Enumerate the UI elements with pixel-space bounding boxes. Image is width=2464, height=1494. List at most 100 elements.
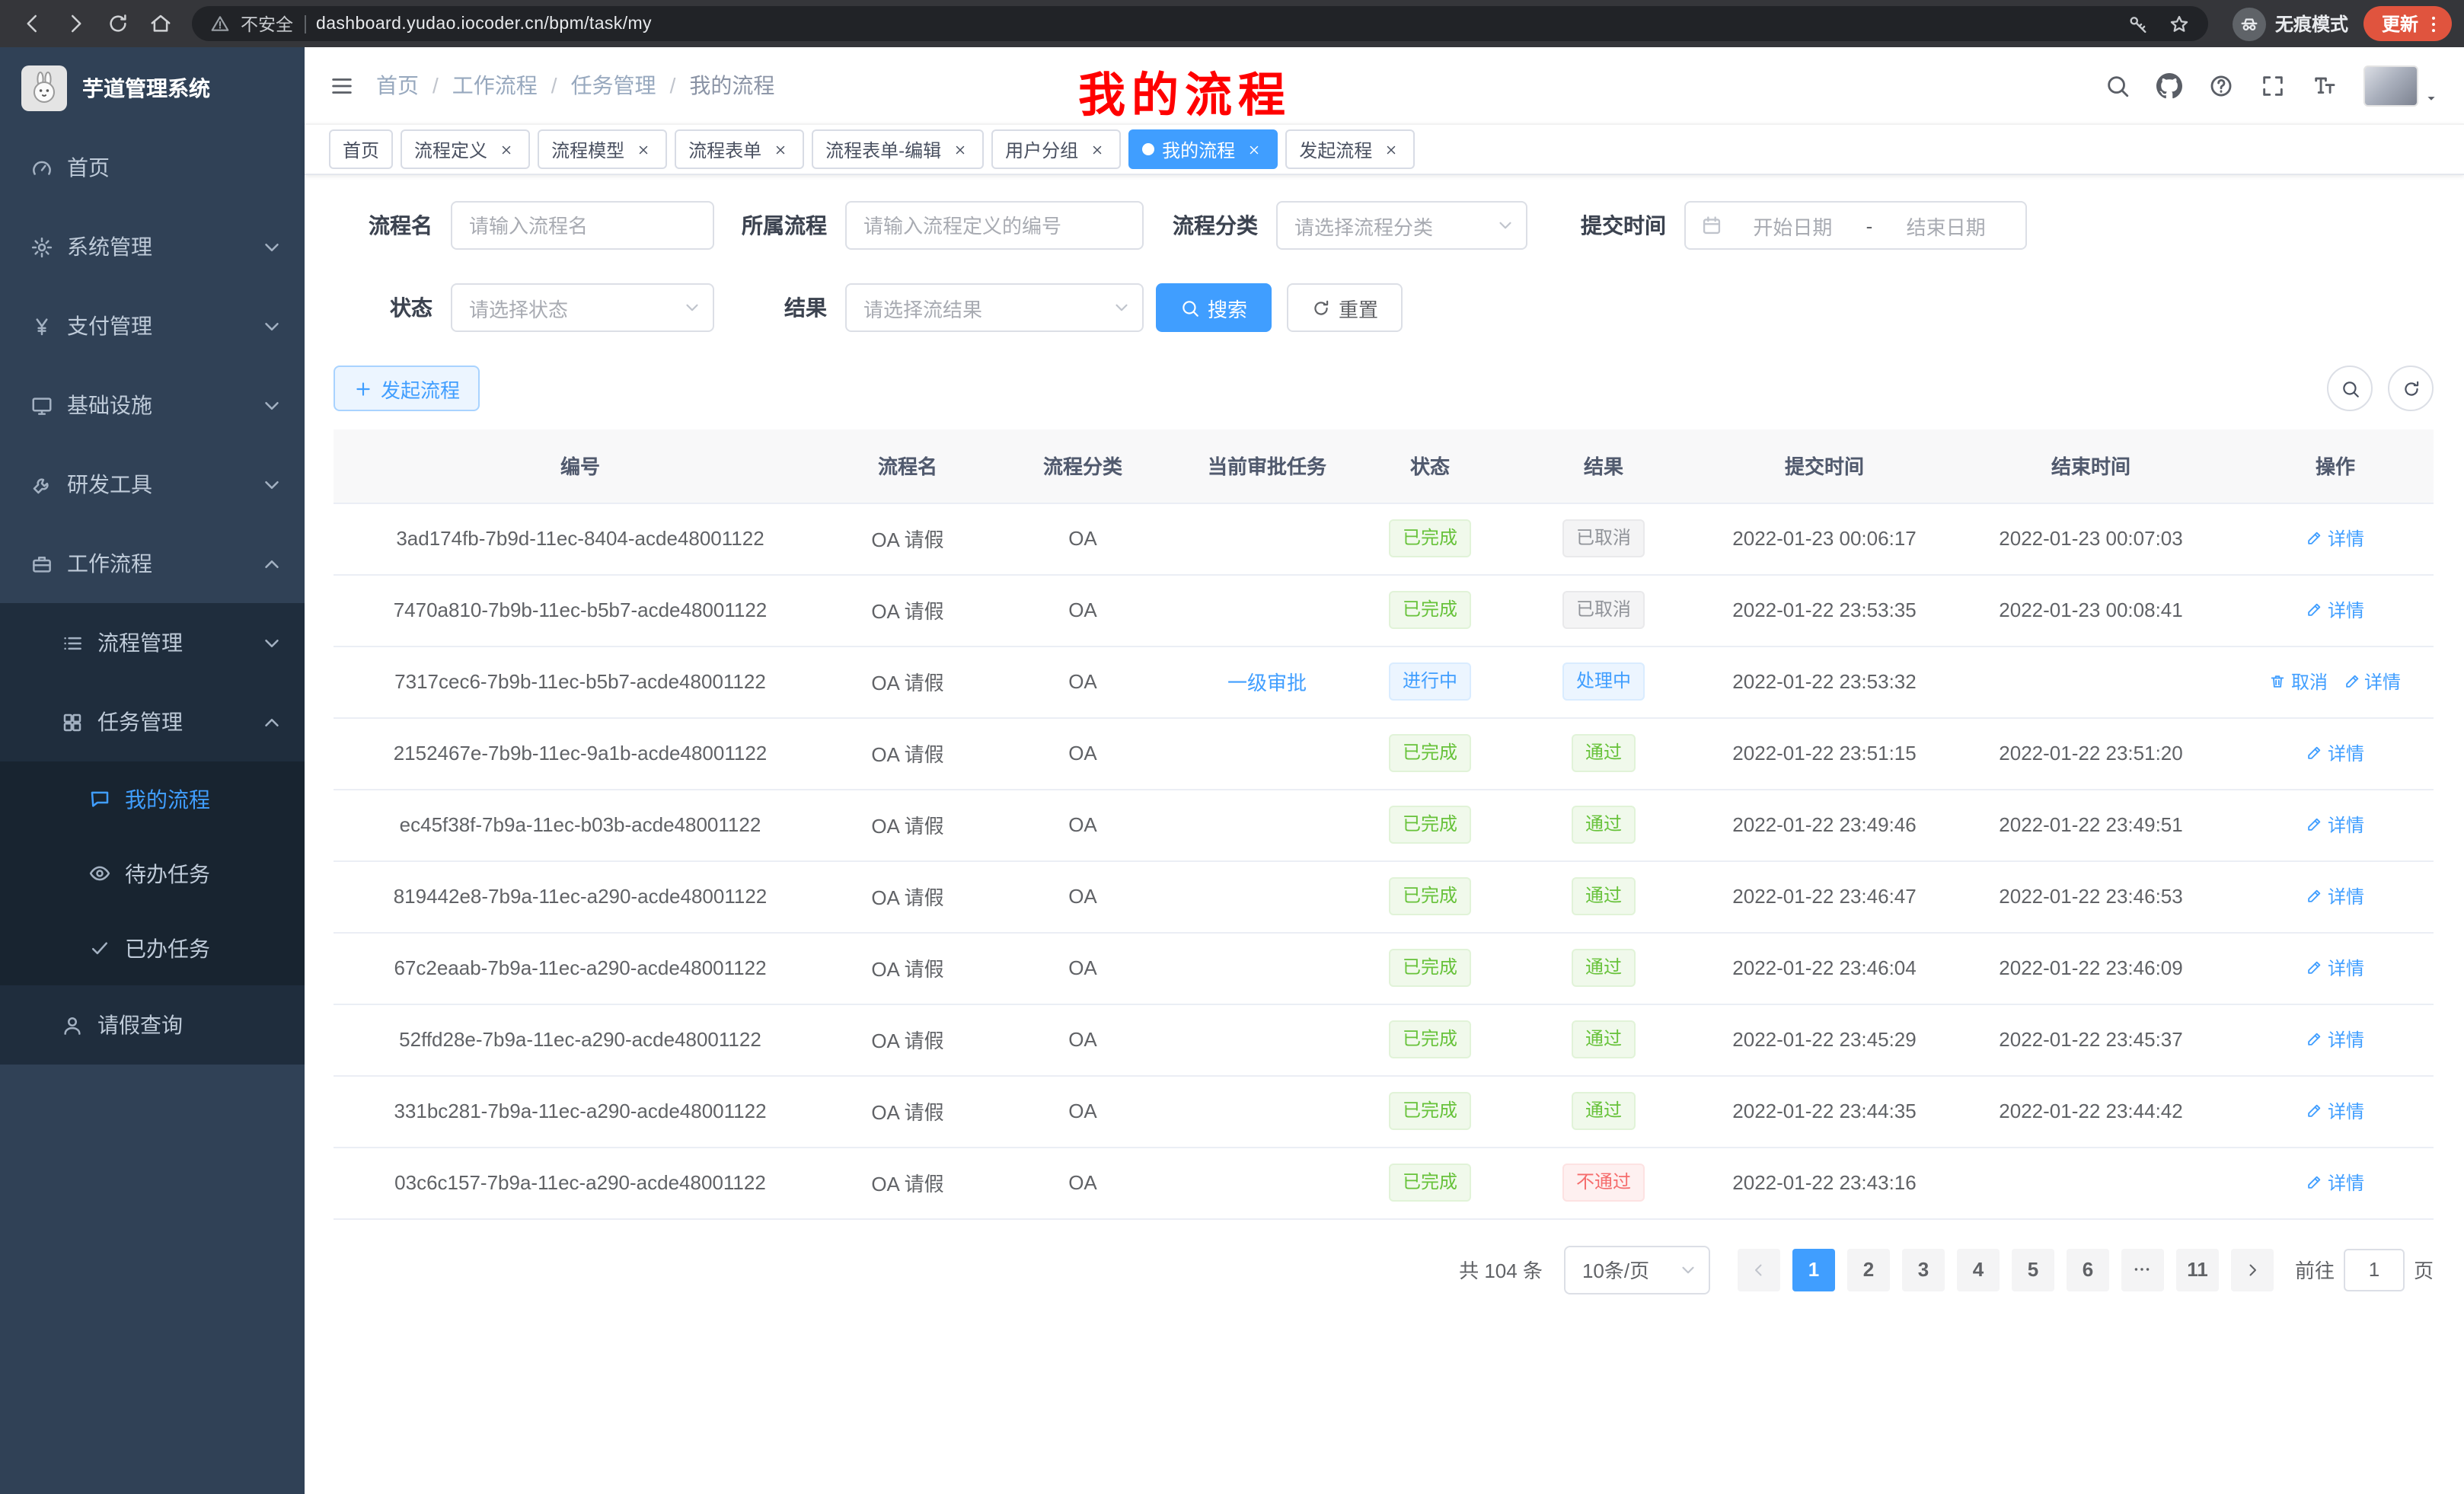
status-select[interactable]: 请选择状态	[451, 283, 714, 332]
detail-link[interactable]: 详情	[2306, 597, 2364, 623]
column-header: 状态	[1357, 429, 1503, 503]
category-select[interactable]: 请选择流程分类	[1276, 201, 1527, 250]
tab-close-icon[interactable]	[1380, 139, 1401, 160]
sidebar-item-task-mgmt[interactable]: 任务管理	[0, 682, 305, 761]
browser-menu-icon[interactable]	[2423, 13, 2444, 34]
detail-link[interactable]: 详情	[2343, 669, 2401, 694]
browser-back-button[interactable]	[12, 4, 52, 43]
password-key-icon[interactable]	[2127, 13, 2149, 34]
breadcrumb-item[interactable]: 工作流程	[452, 70, 538, 101]
tab-close-icon[interactable]	[949, 139, 970, 160]
detail-link[interactable]: 详情	[2306, 1170, 2364, 1196]
fullscreen-icon[interactable]	[2260, 72, 2286, 98]
sidebar-item-home[interactable]: 首页	[0, 128, 305, 207]
sidebar-item-payment[interactable]: 支付管理	[0, 286, 305, 366]
plus-icon	[353, 378, 373, 398]
font-size-icon[interactable]	[2312, 72, 2338, 98]
process-name-input[interactable]	[451, 201, 714, 250]
current-task	[1177, 717, 1357, 789]
chevron-down-icon	[682, 298, 702, 318]
submit-time-range[interactable]: 开始日期 - 结束日期	[1684, 201, 2027, 250]
status-tag: 进行中	[1389, 662, 1471, 701]
sidebar-item-system[interactable]: 系统管理	[0, 207, 305, 286]
current-task	[1177, 932, 1357, 1004]
hamburger-icon[interactable]	[329, 72, 355, 98]
status-tag: 通过	[1572, 877, 1636, 915]
tab-home[interactable]: 首页	[329, 129, 393, 169]
pagination-page-11[interactable]: 11	[2176, 1248, 2219, 1291]
status-tag: 已完成	[1389, 877, 1471, 915]
tab-close-icon[interactable]	[1086, 139, 1107, 160]
sidebar-item-todo-task[interactable]: 待办任务	[0, 836, 305, 911]
user-avatar[interactable]	[2363, 65, 2440, 106]
table-row: 03c6c157-7b9a-11ec-a290-acde48001122OA 请…	[334, 1147, 2434, 1218]
detail-link[interactable]: 详情	[2306, 1026, 2364, 1052]
sidebar-item-my-process[interactable]: 我的流程	[0, 761, 305, 836]
parent-process-input[interactable]	[845, 201, 1144, 250]
tab-label: 流程模型	[551, 136, 624, 162]
detail-link[interactable]: 详情	[2306, 883, 2364, 909]
pagination-page-4[interactable]: 4	[1957, 1248, 2000, 1291]
sidebar-item-done-task[interactable]: 已办任务	[0, 911, 305, 985]
create-process-button[interactable]: 发起流程	[334, 366, 480, 411]
toggle-search-button[interactable]	[2327, 366, 2373, 411]
page-size-select[interactable]: 10条/页	[1564, 1245, 1710, 1294]
tab-user-group[interactable]: 用户分组	[991, 129, 1121, 169]
row-actions: 详情	[2237, 574, 2434, 646]
pagination-page-5[interactable]: 5	[2012, 1248, 2054, 1291]
bookmark-star-icon[interactable]	[2169, 13, 2190, 34]
sidebar-item-process-mgmt[interactable]: 流程管理	[0, 603, 305, 682]
tab-close-icon[interactable]	[1243, 139, 1264, 160]
pagination-more[interactable]	[2121, 1248, 2164, 1291]
goto-page-input[interactable]	[2344, 1248, 2405, 1291]
tab-process-form-edit[interactable]: 流程表单-编辑	[812, 129, 984, 169]
tab-my-process[interactable]: 我的流程	[1128, 129, 1278, 169]
search-button[interactable]: 搜索	[1156, 283, 1272, 332]
breadcrumb-item[interactable]: 首页	[376, 70, 419, 101]
pagination-page-2[interactable]: 2	[1847, 1248, 1890, 1291]
browser-forward-button[interactable]	[55, 4, 94, 43]
chevron-down-icon	[260, 473, 283, 496]
tab-close-icon[interactable]	[495, 139, 516, 160]
detail-link[interactable]: 详情	[2306, 955, 2364, 981]
sidebar-item-infra[interactable]: 基础设施	[0, 366, 305, 445]
detail-link[interactable]: 详情	[2306, 1098, 2364, 1124]
cancel-link[interactable]: 取消	[2270, 669, 2328, 694]
pagination-prev[interactable]	[1738, 1248, 1780, 1291]
help-icon[interactable]	[2208, 72, 2234, 98]
forward-icon	[63, 12, 86, 35]
browser-home-button[interactable]	[140, 4, 180, 43]
refresh-table-button[interactable]	[2388, 366, 2434, 411]
tab-close-icon[interactable]	[632, 139, 653, 160]
app-logo[interactable]: 芋道管理系统	[0, 47, 305, 128]
breadcrumb-item[interactable]: 任务管理	[571, 70, 656, 101]
tab-process-form[interactable]: 流程表单	[675, 129, 804, 169]
pagination-page-1[interactable]: 1	[1792, 1248, 1835, 1291]
sidebar-item-workflow[interactable]: 工作流程	[0, 524, 305, 603]
reset-button[interactable]: 重置	[1287, 283, 1403, 332]
github-icon[interactable]	[2156, 72, 2182, 98]
tab-process-model[interactable]: 流程模型	[538, 129, 667, 169]
pagination-page-6[interactable]: 6	[2067, 1248, 2109, 1291]
result-select[interactable]: 请选择流结果	[845, 283, 1144, 332]
detail-link[interactable]: 详情	[2306, 525, 2364, 551]
navbar-search-icon[interactable]	[2105, 72, 2130, 98]
sidebar-item-devtools[interactable]: 研发工具	[0, 445, 305, 524]
address-bar[interactable]: 不安全 dashboard.yudao.iocoder.cn/bpm/task/…	[192, 6, 2208, 41]
browser-update-button[interactable]: 更新	[2363, 6, 2452, 41]
sidebar-item-leave-query[interactable]: 请假查询	[0, 985, 305, 1065]
tab-start-process[interactable]: 发起流程	[1285, 129, 1415, 169]
status-tag: 已完成	[1389, 519, 1471, 557]
result-placeholder: 请选择流结果	[863, 293, 982, 322]
detail-link[interactable]: 详情	[2306, 812, 2364, 838]
status-tag: 已完成	[1389, 949, 1471, 987]
status-tag: 通过	[1572, 806, 1636, 844]
eye-icon	[88, 862, 111, 885]
current-task-link[interactable]: 一级审批	[1227, 672, 1307, 694]
pagination-next[interactable]	[2231, 1248, 2274, 1291]
tab-close-icon[interactable]	[769, 139, 790, 160]
detail-link[interactable]: 详情	[2306, 740, 2364, 766]
tab-process-definition[interactable]: 流程定义	[401, 129, 530, 169]
pagination-page-3[interactable]: 3	[1902, 1248, 1945, 1291]
browser-reload-button[interactable]	[97, 4, 137, 43]
